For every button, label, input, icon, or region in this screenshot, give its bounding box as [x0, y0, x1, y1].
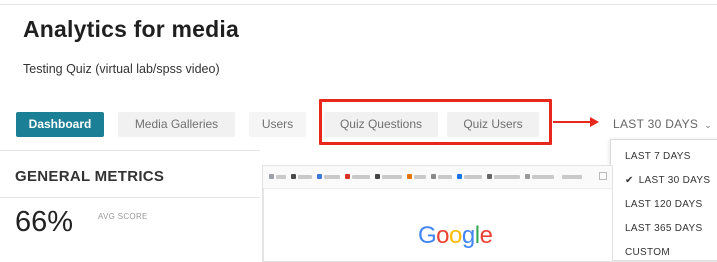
bookmark-label — [532, 175, 554, 179]
bookmark-label — [298, 175, 312, 179]
general-metrics-heading: GENERAL METRICS — [15, 168, 165, 185]
bookmark-label — [324, 175, 340, 179]
preview-divider — [263, 188, 264, 261]
annotation-highlight-box — [319, 99, 552, 145]
bookmark-label — [438, 175, 452, 179]
bookmark-icon — [407, 174, 412, 179]
page-subtitle: Testing Quiz (virtual lab/spss video) — [23, 62, 220, 76]
bookmark-icon — [317, 174, 322, 179]
bookmark-label — [382, 175, 402, 179]
tab-dashboard[interactable]: Dashboard — [16, 112, 104, 137]
date-range-selected-label: LAST 30 DAYS — [613, 117, 699, 131]
bookmark-label — [562, 175, 582, 179]
date-range-option-custom[interactable]: CUSTOM — [625, 247, 670, 258]
annotation-arrow — [553, 121, 593, 123]
metrics-divider-top — [0, 150, 260, 151]
chevron-down-icon: ⌄ — [704, 120, 713, 130]
check-icon: ✔ — [625, 175, 634, 186]
browser-bookmarks-bar — [263, 166, 612, 189]
date-range-option-7[interactable]: LAST 7 DAYS — [625, 151, 691, 162]
top-divider — [0, 4, 717, 5]
annotation-arrow-head — [590, 117, 599, 127]
tab-users[interactable]: Users — [249, 112, 306, 137]
window-control-icon — [599, 172, 607, 180]
bookmark-icon — [457, 174, 462, 179]
bookmark-icon — [525, 174, 530, 179]
metrics-divider — [0, 197, 260, 198]
bookmark-label — [464, 175, 482, 179]
date-range-option-120[interactable]: LAST 120 DAYS — [625, 199, 702, 210]
bookmark-label — [352, 175, 370, 179]
date-range-option-365[interactable]: LAST 365 DAYS — [625, 223, 702, 234]
bookmark-icon — [375, 174, 380, 179]
bookmark-label — [494, 175, 520, 179]
bookmark-icon — [345, 174, 350, 179]
bookmark-icon — [431, 174, 436, 179]
bookmark-label — [414, 175, 426, 179]
date-range-option-30[interactable]: ✔ LAST 30 DAYS — [625, 175, 710, 186]
bookmark-label — [276, 175, 286, 179]
bookmark-icon — [269, 174, 274, 179]
avg-score-value: 66% — [15, 206, 74, 238]
media-preview-thumbnail[interactable]: Google — [262, 165, 613, 262]
date-range-dropdown: LAST 7 DAYS ✔ LAST 30 DAYS LAST 120 DAYS … — [610, 139, 717, 261]
avg-score-label: AVG SCORE — [98, 212, 148, 221]
bookmark-icon — [487, 174, 492, 179]
page-title: Analytics for media — [23, 16, 239, 42]
google-logo: Google — [418, 222, 493, 249]
tab-media-galleries[interactable]: Media Galleries — [118, 112, 235, 137]
bookmark-icon — [291, 174, 296, 179]
date-range-select[interactable]: LAST 30 DAYS ⌄ — [613, 117, 712, 131]
